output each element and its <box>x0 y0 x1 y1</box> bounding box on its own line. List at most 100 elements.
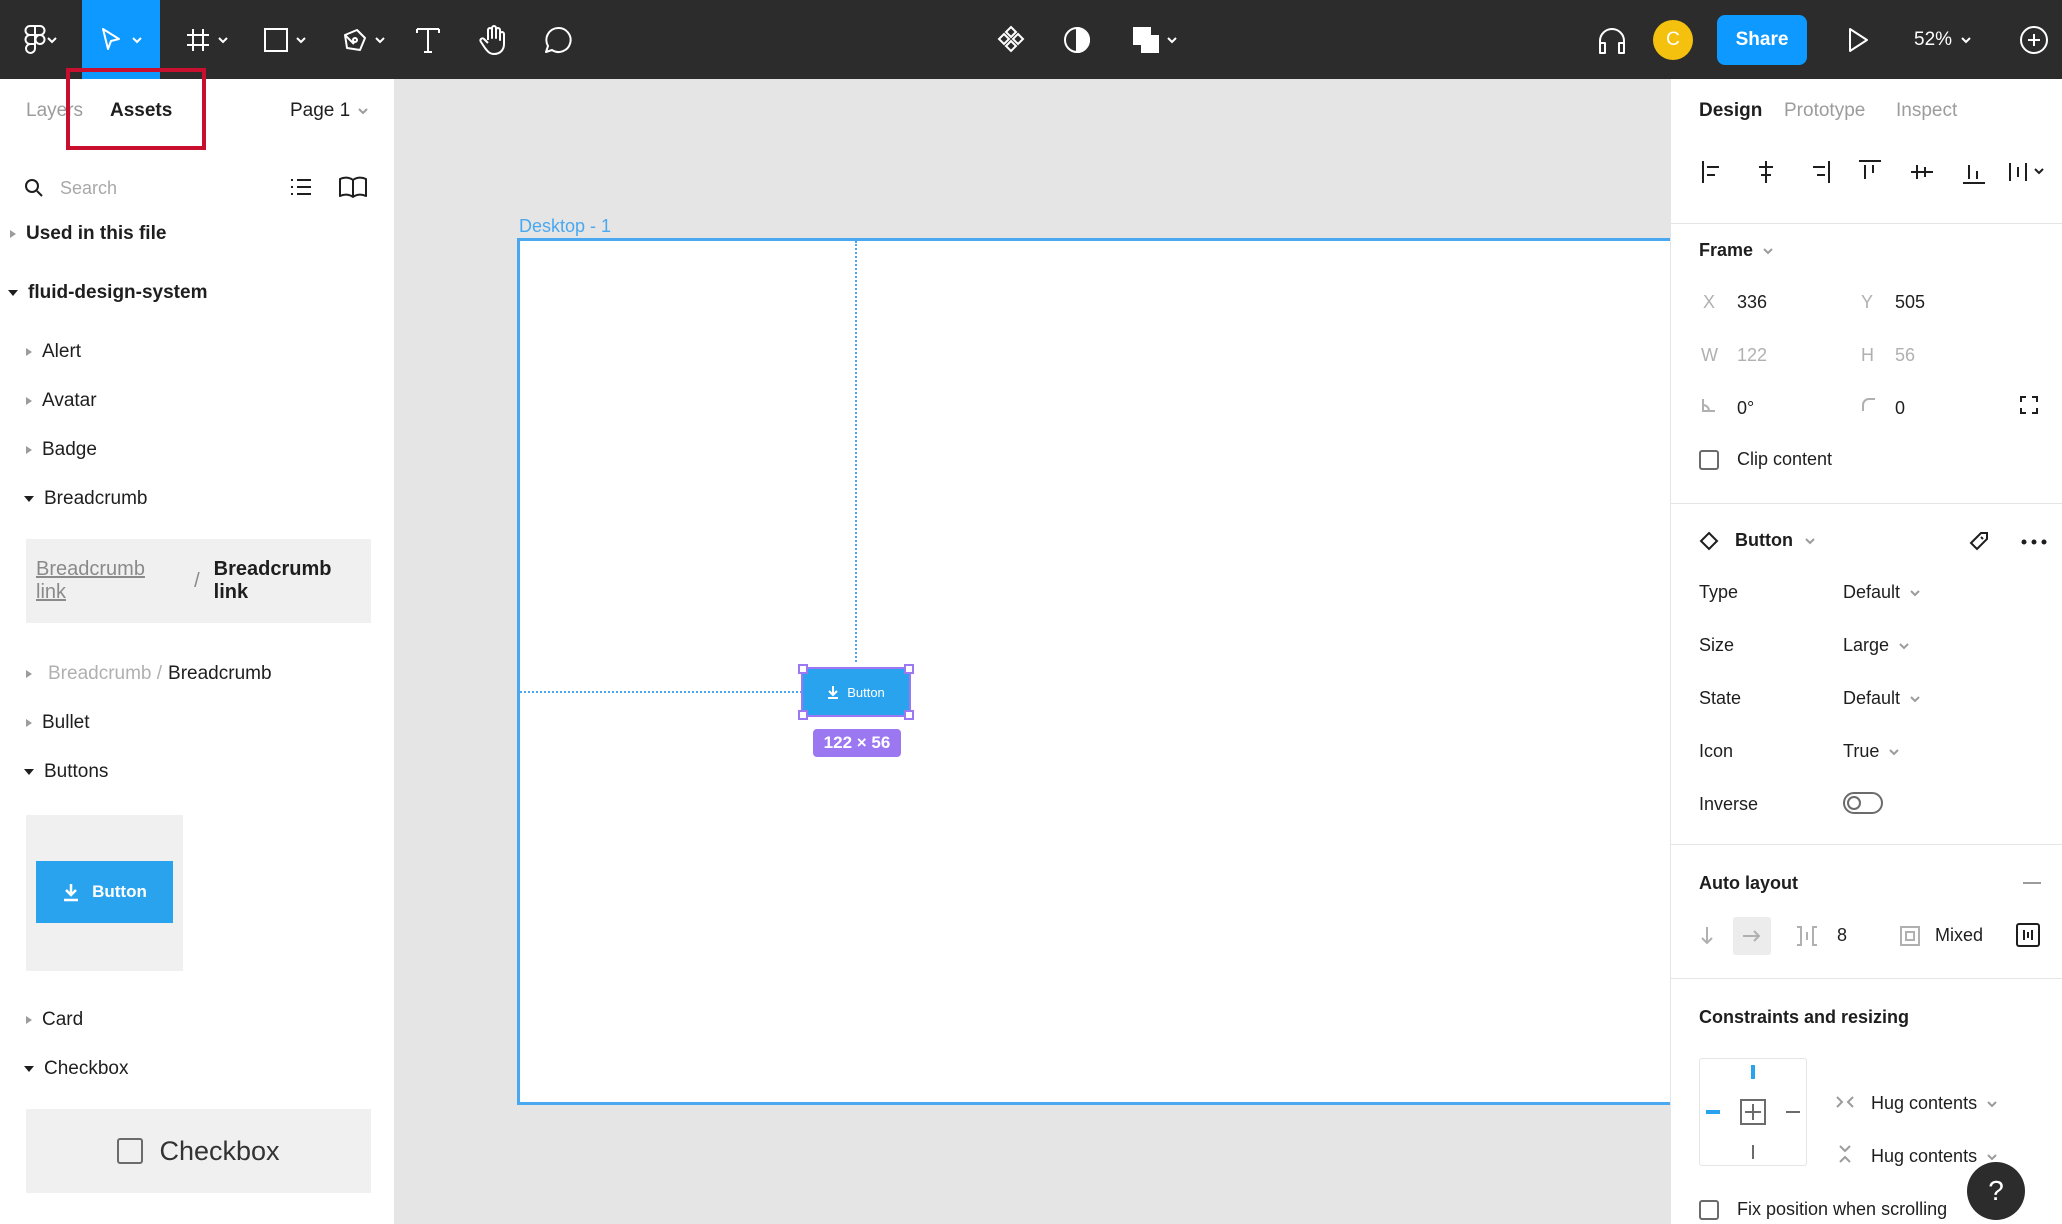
go-to-main-component-icon[interactable] <box>1967 529 1991 553</box>
asset-group-avatar[interactable]: Avatar <box>26 390 97 412</box>
prop-type-dropdown[interactable]: Default <box>1843 582 1920 603</box>
corner-radius-field[interactable]: 0 <box>1895 398 1905 419</box>
library-fluid-design-system[interactable]: fluid-design-system <box>8 282 207 304</box>
fix-position-checkbox[interactable] <box>1699 1200 1719 1220</box>
zoom-dropdown[interactable]: 52% <box>1914 0 1972 79</box>
resize-handle-top-left[interactable] <box>798 664 808 674</box>
rotation-field[interactable]: 0° <box>1737 398 1754 419</box>
tab-prototype[interactable]: Prototype <box>1784 100 1865 122</box>
constraint-left-bar[interactable] <box>1706 1110 1720 1114</box>
search-icon <box>25 179 43 197</box>
frame-label[interactable]: Desktop - 1 <box>519 216 611 237</box>
hand-tool-button[interactable] <box>474 0 514 79</box>
align-left-icon[interactable] <box>1699 157 1729 187</box>
help-button[interactable]: ? <box>1967 1162 2025 1220</box>
alignment-settings-icon[interactable] <box>2015 922 2041 948</box>
horizontal-distance-guide <box>520 691 802 693</box>
asset-group-buttons[interactable]: Buttons <box>24 761 108 783</box>
y-label: Y <box>1861 292 1874 312</box>
asset-group-breadcrumb-breadcrumb[interactable]: Breadcrumb / Breadcrumb <box>26 663 272 685</box>
page-dropdown[interactable]: Page 1 <box>290 100 368 122</box>
text-tool-button[interactable] <box>410 0 446 79</box>
resize-handle-bottom-left[interactable] <box>798 710 808 720</box>
right-panel: Design Prototype Inspect Frame X 336 Y 5… <box>1670 79 2062 1224</box>
asset-group-breadcrumb[interactable]: Breadcrumb <box>24 488 148 510</box>
chevron-down-icon <box>1987 1100 1997 1107</box>
tab-inspect[interactable]: Inspect <box>1896 100 1957 122</box>
y-field[interactable]: 505 <box>1895 292 1925 313</box>
constraint-center-icon[interactable] <box>1740 1099 1766 1125</box>
distribute-spacing-icon[interactable] <box>2007 157 2051 187</box>
asset-group-alert[interactable]: Alert <box>26 341 81 363</box>
search-input[interactable] <box>58 176 262 200</box>
resize-handle-top-right[interactable] <box>904 664 914 674</box>
clip-content-checkbox[interactable] <box>1699 450 1719 470</box>
checkbox-component-thumbnail[interactable]: Checkbox <box>26 1109 371 1193</box>
present-button[interactable] <box>1840 0 1876 79</box>
prop-state-label: State <box>1699 688 1742 708</box>
spacing-field[interactable]: 8 <box>1837 925 1847 946</box>
boolean-union-icon <box>1133 26 1159 53</box>
asset-group-checkbox[interactable]: Checkbox <box>24 1058 129 1080</box>
asset-group-badge[interactable]: Badge <box>26 439 97 461</box>
button-preview: Button <box>36 861 173 923</box>
vertical-resizing-dropdown[interactable]: Hug contents <box>1871 1146 1997 1167</box>
align-right-icon[interactable] <box>1803 157 1833 187</box>
desktop-frame[interactable] <box>517 238 1670 1105</box>
frame-section-title[interactable]: Frame <box>1699 240 1773 261</box>
mask-button[interactable] <box>1059 0 1095 79</box>
padding-field[interactable]: Mixed <box>1935 925 1983 946</box>
vertical-direction-icon[interactable] <box>1699 925 1715 947</box>
breadcrumb-component-thumbnail[interactable]: Breadcrumb link / Breadcrumb link <box>26 539 371 623</box>
constraints-widget[interactable] <box>1699 1058 1807 1166</box>
share-button[interactable]: Share <box>1717 15 1807 65</box>
selected-button-instance[interactable]: Button <box>801 667 911 717</box>
caret-right-icon <box>10 230 16 238</box>
section-used-in-file[interactable]: Used in this file <box>10 223 166 245</box>
chevron-down-icon <box>1889 748 1900 755</box>
independent-corners-icon[interactable] <box>2019 395 2039 415</box>
constraint-top-bar[interactable] <box>1751 1065 1755 1079</box>
w-field[interactable]: 122 <box>1737 345 1767 366</box>
chevron-down-icon <box>375 36 385 43</box>
prop-inverse-label: Inverse <box>1699 794 1759 814</box>
pen-tool-button[interactable] <box>334 0 394 79</box>
constraint-right-bar[interactable] <box>1786 1111 1800 1113</box>
audio-button[interactable] <box>1594 0 1630 79</box>
asset-group-card[interactable]: Card <box>26 1009 83 1031</box>
constraint-bottom-bar[interactable] <box>1752 1145 1754 1159</box>
align-top-icon[interactable] <box>1855 157 1885 187</box>
horizontal-direction-icon[interactable] <box>1733 917 1771 955</box>
x-field[interactable]: 336 <box>1737 292 1767 313</box>
prop-size-dropdown[interactable]: Large <box>1843 635 1909 656</box>
comment-tool-button[interactable] <box>540 0 576 79</box>
prop-icon-label: Icon <box>1699 741 1734 761</box>
prop-icon-dropdown[interactable]: True <box>1843 741 1900 762</box>
remove-auto-layout-icon[interactable] <box>2023 882 2041 884</box>
assets-search <box>24 163 374 213</box>
align-horizontal-center-icon[interactable] <box>1751 157 1781 187</box>
button-component-thumbnail[interactable]: Button <box>26 815 183 971</box>
tab-design[interactable]: Design <box>1699 100 1762 122</box>
components-button[interactable] <box>993 0 1029 79</box>
resize-handle-bottom-right[interactable] <box>904 710 914 720</box>
shape-tool-button[interactable] <box>256 0 314 79</box>
prop-state-dropdown[interactable]: Default <box>1843 688 1920 709</box>
h-field[interactable]: 56 <box>1895 345 1915 366</box>
team-library-book-icon[interactable] <box>338 175 368 199</box>
inverse-toggle[interactable] <box>1843 792 1883 814</box>
align-vertical-center-icon[interactable] <box>1907 157 1937 187</box>
boolean-groups-button[interactable] <box>1126 0 1184 79</box>
main-menu-button[interactable] <box>14 0 68 79</box>
chevron-down-icon <box>218 36 228 43</box>
user-avatar[interactable]: C <box>1653 20 1693 60</box>
caret-right-icon <box>26 348 32 356</box>
plugins-button[interactable] <box>2014 0 2054 79</box>
component-name-dropdown[interactable]: Button <box>1735 530 1815 551</box>
list-view-icon[interactable] <box>289 175 313 199</box>
asset-group-bullet[interactable]: Bullet <box>26 712 90 734</box>
more-options-icon[interactable] <box>2021 539 2047 545</box>
canvas[interactable]: Desktop - 1 Button 122 × 56 <box>395 79 1670 1224</box>
horizontal-resizing-dropdown[interactable]: Hug contents <box>1871 1093 1997 1114</box>
align-bottom-icon[interactable] <box>1959 157 1989 187</box>
